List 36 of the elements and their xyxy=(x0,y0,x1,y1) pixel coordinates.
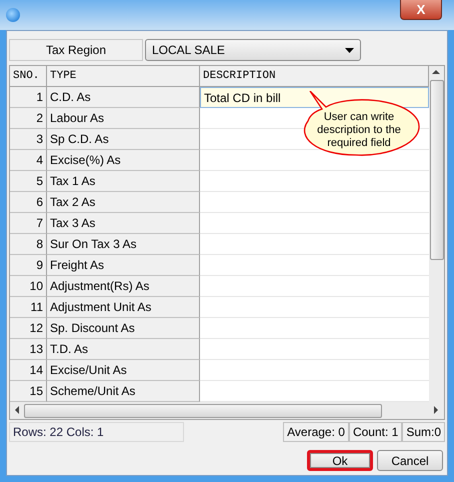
row-number: 13 xyxy=(10,339,47,360)
table-cell: Tax 2 As xyxy=(47,192,200,213)
row-number: 1 xyxy=(10,87,47,108)
table-cell: T.D. As xyxy=(47,339,200,360)
status-field: Count: 1 xyxy=(348,422,402,442)
row-number: 6 xyxy=(10,192,47,213)
table-cell: Tax 3 As xyxy=(47,213,200,234)
row-number: 5 xyxy=(10,171,47,192)
table-cell: Sp C.D. As xyxy=(47,129,200,150)
status-field: Sum:0 xyxy=(402,422,445,442)
row-number: 14 xyxy=(10,360,47,381)
table-cell: Sp. Discount As xyxy=(47,318,200,339)
row-number: 10 xyxy=(10,276,47,297)
row-number: 3 xyxy=(10,129,47,150)
table-cell: Tax 1 As xyxy=(47,171,200,192)
tax-region-label: Tax Region xyxy=(9,39,143,61)
table-cell: Scheme/Unit As xyxy=(47,381,200,402)
table-cell: Adjustment Unit As xyxy=(47,297,200,318)
row-number: 7 xyxy=(10,213,47,234)
row-number: 2 xyxy=(10,108,47,129)
tooltip-text: User can write description to the required field xyxy=(316,111,402,150)
row-number: 8 xyxy=(10,234,47,255)
row-number: 4 xyxy=(10,150,47,171)
table-cell: Sur On Tax 3 As xyxy=(47,234,200,255)
status-rows-cols: Rows: 22 Cols: 1 xyxy=(9,422,184,442)
table-cell: C.D. As xyxy=(47,87,200,108)
row-number: 9 xyxy=(10,255,47,276)
table-cell: Excise/Unit As xyxy=(47,360,200,381)
table-cell: Adjustment(Rs) As xyxy=(47,276,200,297)
row-number: 12 xyxy=(10,318,47,339)
table-cell: Labour As xyxy=(47,108,200,129)
row-number: 11 xyxy=(10,297,47,318)
row-number: 15 xyxy=(10,381,47,402)
table-cell: Excise(%) As xyxy=(47,150,200,171)
status-field: Average: 0 xyxy=(283,422,349,442)
table-cell: Freight As xyxy=(47,255,200,276)
